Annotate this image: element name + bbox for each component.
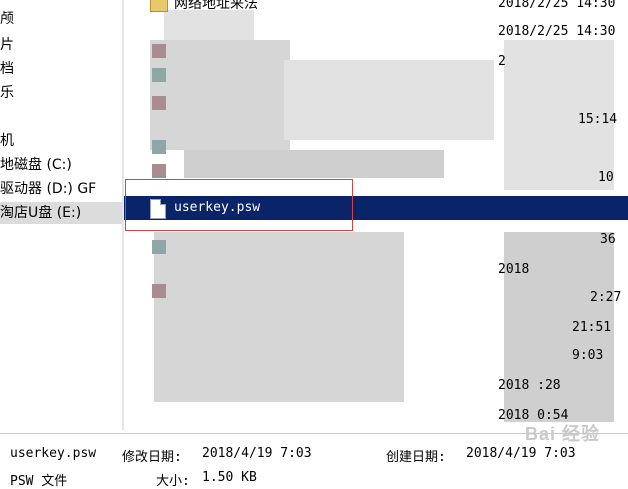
list-item[interactable]: 21:51 xyxy=(124,316,628,340)
file-date: 9:03 xyxy=(572,348,604,363)
file-date: 21:51 xyxy=(572,320,612,335)
status-file-type: PSW 文件 xyxy=(10,474,68,489)
list-item[interactable]: 15:14 xyxy=(124,108,628,132)
status-created-label: 创建日期: xyxy=(386,450,446,465)
file-date: 2018/2/25 14:30 xyxy=(498,0,616,11)
blurred-icon xyxy=(152,140,166,154)
file-date: 2018/2/25 14:30 xyxy=(498,24,616,39)
nav-item-documents[interactable]: 档 xyxy=(0,58,122,80)
status-modified-value: 2018/4/19 7:03 xyxy=(202,446,312,461)
file-date: 36 xyxy=(600,232,616,247)
nav-item-local-disk-c[interactable]: 地磁盘 (C:) xyxy=(0,154,122,176)
status-filename: userkey.psw xyxy=(10,446,97,461)
file-date: 2018 xyxy=(498,262,530,277)
nav-item-usb-drive-e[interactable]: 淘店U盘 (E:) xyxy=(0,202,122,224)
list-item[interactable]: 9:03 xyxy=(124,344,628,368)
folder-icon xyxy=(150,0,168,12)
list-item[interactable]: 2:27 xyxy=(124,286,628,310)
file-date: 2:27 xyxy=(590,290,622,305)
file-name: 网络地址来法 xyxy=(174,0,258,12)
file-date: 2 xyxy=(498,54,506,69)
navigation-pane: 颅 片 档 乐 机 地磁盘 (C:) 驱动器 (D:) GF 淘店U盘 (E:) xyxy=(0,0,122,430)
list-item[interactable]: 网络地址来法 2018/2/25 14:30 xyxy=(124,0,628,16)
status-modified-label: 修改日期: xyxy=(122,450,182,465)
list-item[interactable]: 2018/2/25 14:30 xyxy=(124,20,628,44)
nav-item-music[interactable]: 乐 xyxy=(0,82,122,104)
file-date: 2018 :28 xyxy=(498,378,561,393)
status-size-label: 大小: xyxy=(156,474,190,489)
list-item[interactable]: 2 xyxy=(124,50,628,74)
watermark-logo: Bai 经验 xyxy=(524,424,600,444)
file-date: 15:14 xyxy=(578,112,618,127)
status-created-value: 2018/4/19 7:03 xyxy=(466,446,576,461)
nav-item-video[interactable]: 颅 xyxy=(0,8,122,30)
nav-item-drive-d[interactable]: 驱动器 (D:) GF xyxy=(0,178,122,200)
nav-item-computer[interactable]: 机 xyxy=(0,130,122,152)
nav-item-pictures[interactable]: 片 xyxy=(0,34,122,56)
list-item[interactable]: 2018 :28 xyxy=(124,374,628,398)
list-item[interactable]: 2018 xyxy=(124,258,628,282)
list-item[interactable]: 36 xyxy=(124,228,628,252)
highlight-annotation xyxy=(125,179,353,231)
file-date: 10 xyxy=(598,170,614,185)
